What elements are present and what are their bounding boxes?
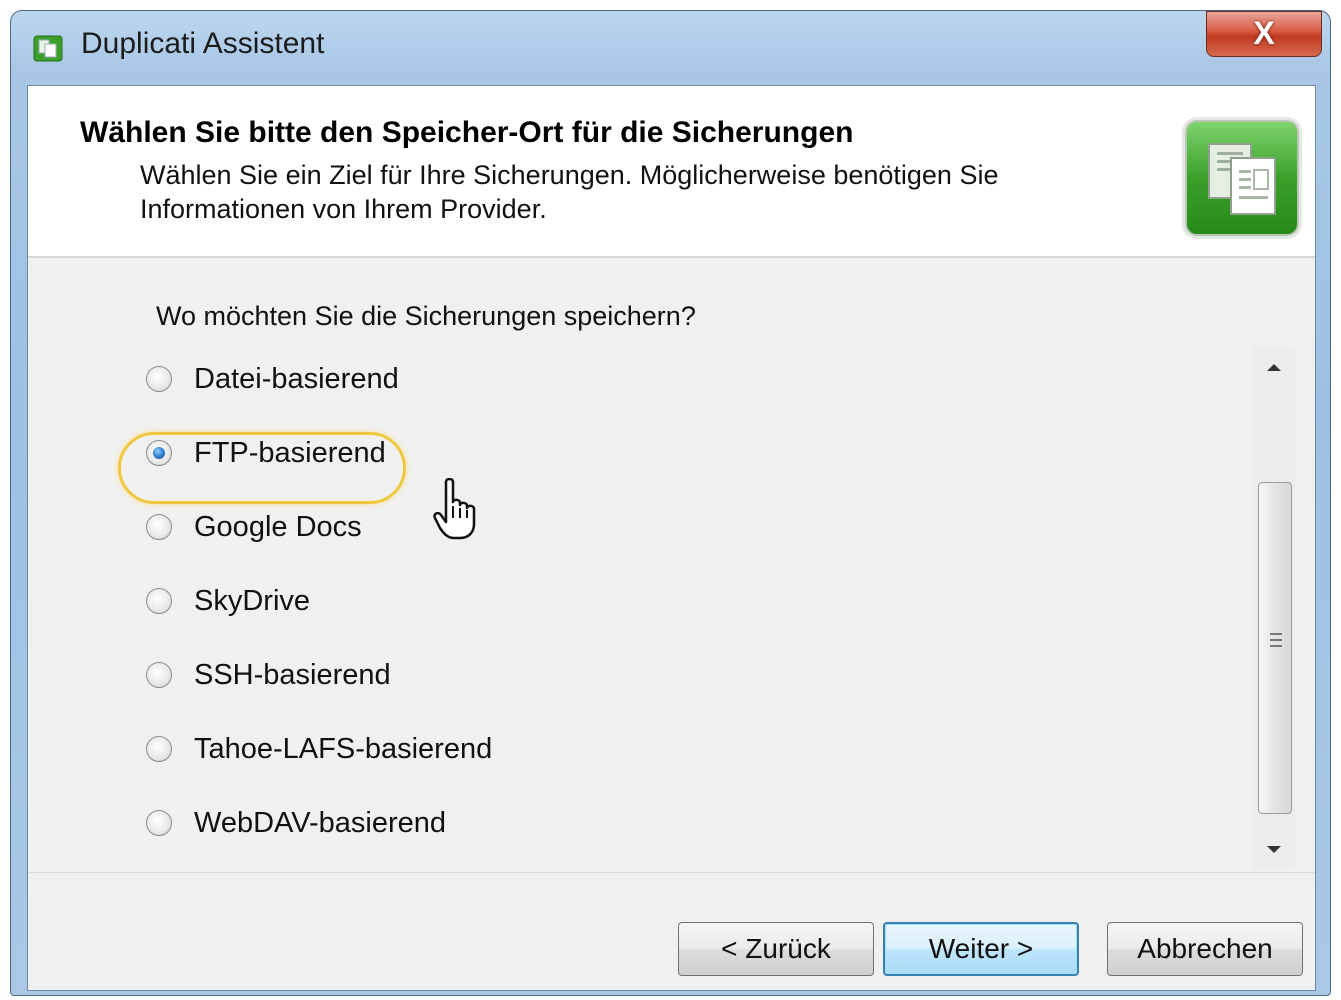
options-scrollbar[interactable] bbox=[1253, 348, 1295, 868]
wizard-header: Wählen Sie bitte den Speicher-Ort für di… bbox=[28, 86, 1315, 258]
dialog-window: Duplicati Assistent X Wählen Sie bitte d… bbox=[10, 10, 1331, 996]
destination-question: Wo möchten Sie die Sicherungen speichern… bbox=[156, 301, 696, 331]
duplicati-app-icon bbox=[33, 35, 63, 62]
scrollbar-thumb[interactable] bbox=[1258, 482, 1292, 814]
next-button[interactable]: Weiter > bbox=[883, 922, 1079, 976]
radio-button[interactable] bbox=[146, 514, 172, 540]
radio-button[interactable] bbox=[146, 810, 172, 836]
option-skydrive[interactable]: SkyDrive bbox=[146, 576, 310, 626]
scrollbar-grip-icon bbox=[1270, 633, 1282, 647]
page-title: Wählen Sie bitte den Speicher-Ort für di… bbox=[80, 116, 854, 149]
window-title: Duplicati Assistent bbox=[81, 27, 325, 60]
option-label: WebDAV-basierend bbox=[194, 806, 447, 839]
back-button[interactable]: < Zurück bbox=[678, 922, 874, 976]
radio-button[interactable] bbox=[146, 588, 172, 614]
option-label: Tahoe-LAFS-basierend bbox=[194, 732, 493, 765]
option-label: Datei-basierend bbox=[194, 362, 399, 395]
title-bar: Duplicati Assistent X bbox=[11, 11, 1330, 79]
scroll-down-arrow-icon[interactable] bbox=[1253, 832, 1295, 868]
radio-button[interactable] bbox=[146, 662, 172, 688]
option-label: FTP-basierend bbox=[194, 436, 386, 469]
cancel-button[interactable]: Abbrechen bbox=[1107, 922, 1303, 976]
option-ftp[interactable]: FTP-basierend bbox=[146, 428, 386, 478]
page-description: Wählen Sie ein Ziel für Ihre Sicherungen… bbox=[140, 160, 999, 224]
radio-button-selected[interactable] bbox=[146, 440, 172, 466]
footer-divider bbox=[28, 872, 1315, 873]
hand-pointer-icon bbox=[433, 478, 476, 540]
scroll-up-arrow-icon[interactable] bbox=[1253, 348, 1295, 384]
radio-button[interactable] bbox=[146, 736, 172, 762]
option-webdav[interactable]: WebDAV-basierend bbox=[146, 798, 446, 848]
option-tahoe-lafs[interactable]: Tahoe-LAFS-basierend bbox=[146, 724, 492, 774]
option-google-docs[interactable]: Google Docs bbox=[146, 502, 362, 552]
radio-button[interactable] bbox=[146, 366, 172, 392]
option-label: SSH-basierend bbox=[194, 658, 391, 691]
wizard-client-area: Wählen Sie bitte den Speicher-Ort für di… bbox=[27, 85, 1316, 991]
documents-icon bbox=[1185, 120, 1299, 236]
option-file[interactable]: Datei-basierend bbox=[146, 354, 399, 404]
option-ssh[interactable]: SSH-basierend bbox=[146, 650, 391, 700]
option-label: Google Docs bbox=[194, 510, 362, 543]
option-label: SkyDrive bbox=[194, 584, 311, 617]
close-button[interactable]: X bbox=[1206, 11, 1322, 57]
destination-options-list: Datei-basierend FTP-basierend Google Doc… bbox=[146, 348, 1236, 853]
